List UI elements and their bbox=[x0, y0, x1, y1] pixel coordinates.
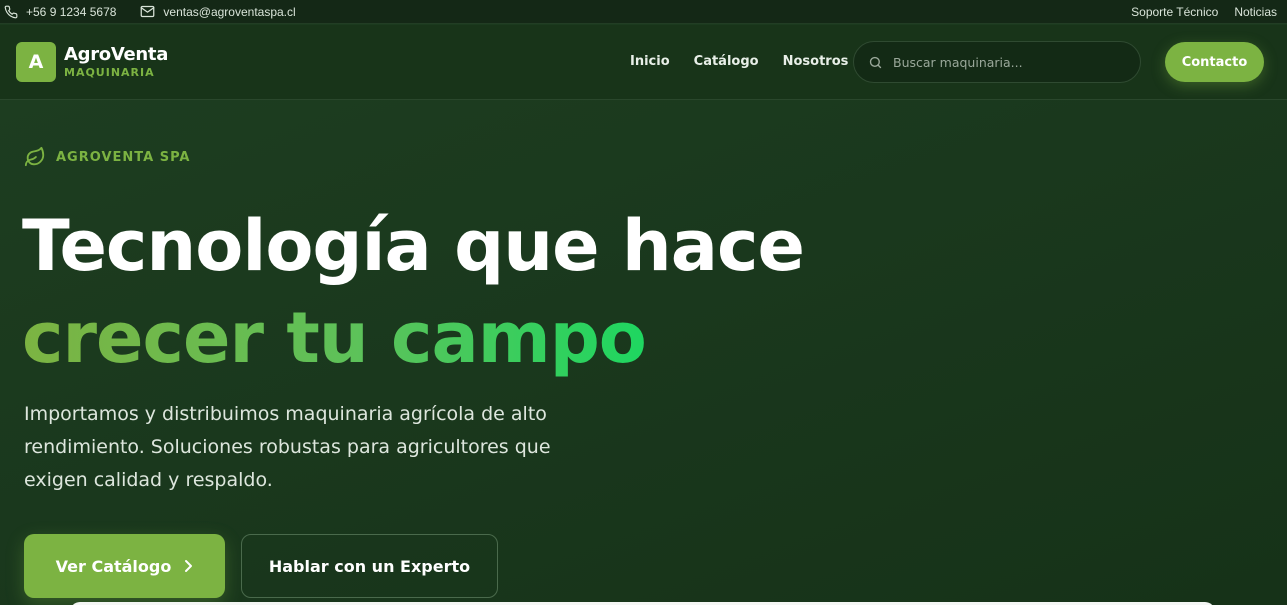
search-input[interactable] bbox=[893, 54, 1123, 70]
topbar-links: Soporte Técnico Noticias bbox=[1115, 5, 1277, 19]
nav-item-catalogo[interactable]: Catálogo bbox=[694, 54, 759, 69]
hero-eyebrow: AGROVENTA SPA bbox=[24, 146, 190, 168]
view-catalog-label: Ver Catálogo bbox=[55, 556, 172, 576]
main-navbar: A AgroVenta MAQUINARIA Inicio Catálogo N… bbox=[0, 25, 1287, 100]
hero-headline: Tecnología que hace crecer tu campo bbox=[22, 200, 805, 384]
brand-name: AgroVenta bbox=[64, 44, 169, 65]
chevron-right-icon bbox=[185, 560, 193, 572]
mail-icon bbox=[141, 5, 155, 18]
email-info[interactable]: ventas@agroventaspa.cl bbox=[140, 4, 296, 19]
headline-line2: crecer tu campo bbox=[22, 292, 647, 384]
support-link[interactable]: Soporte Técnico bbox=[1131, 5, 1218, 19]
phone-info[interactable]: +56 9 1234 5678 bbox=[4, 5, 116, 19]
contact-info: +56 9 1234 5678 ventas@agroventaspa.cl bbox=[4, 5, 320, 19]
view-catalog-button[interactable]: Ver Catálogo bbox=[24, 534, 225, 598]
logo-badge: A bbox=[16, 42, 56, 82]
phone-number: +56 9 1234 5678 bbox=[26, 4, 117, 19]
nav-links: Inicio Catálogo Nosotros bbox=[630, 54, 872, 69]
nav-item-inicio[interactable]: Inicio bbox=[630, 54, 670, 69]
brand-subtitle: MAQUINARIA bbox=[64, 66, 155, 79]
news-link[interactable]: Noticias bbox=[1234, 5, 1277, 19]
phone-icon bbox=[4, 5, 18, 18]
headline-line1: Tecnología que hace bbox=[22, 205, 805, 287]
talk-expert-button[interactable]: Hablar con un Experto bbox=[241, 534, 498, 598]
nav-item-nosotros[interactable]: Nosotros bbox=[783, 54, 849, 69]
contact-button[interactable]: Contacto bbox=[1165, 42, 1264, 82]
brand-logo[interactable]: A AgroVenta MAQUINARIA bbox=[16, 42, 168, 82]
search-bar[interactable] bbox=[853, 41, 1141, 83]
logo-text: AgroVenta MAQUINARIA bbox=[64, 44, 169, 79]
leaf-icon bbox=[24, 146, 45, 167]
top-bar: +56 9 1234 5678 ventas@agroventaspa.cl S… bbox=[0, 0, 1287, 24]
hero-section: AGROVENTA SPA Tecnología que hace crecer… bbox=[0, 100, 1287, 605]
hero-description: Importamos y distribuimos maquinaria agr… bbox=[24, 403, 551, 491]
eyebrow-text: AGROVENTA SPA bbox=[56, 149, 191, 165]
search-icon bbox=[869, 56, 882, 68]
email-address: ventas@agroventaspa.cl bbox=[163, 4, 296, 19]
